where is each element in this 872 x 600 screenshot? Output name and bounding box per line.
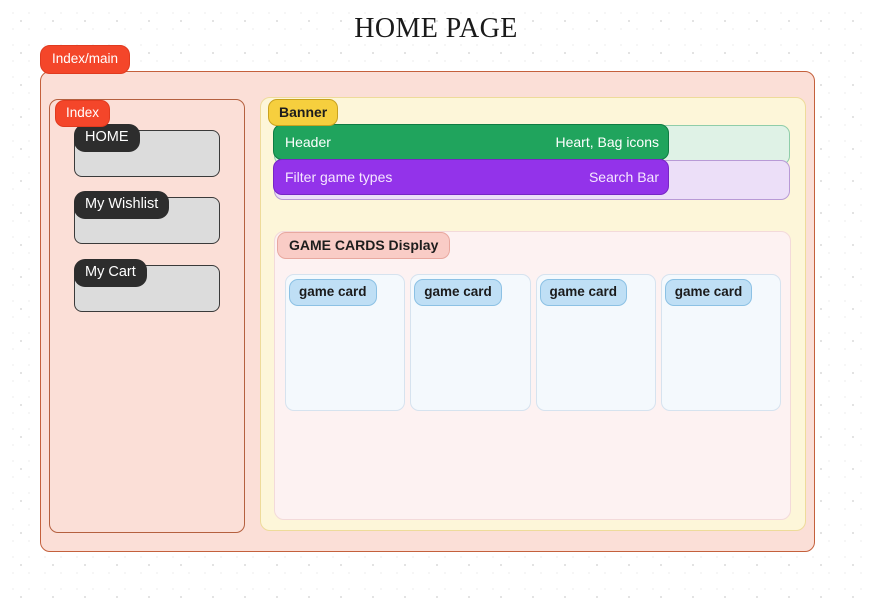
game-cards-row: game card game card game card game card xyxy=(285,274,781,411)
sidebar-item-label: My Cart xyxy=(74,259,147,287)
sidebar-item-label: HOME xyxy=(74,124,140,152)
game-card[interactable]: game card xyxy=(285,274,406,411)
header-icons-label: Heart, Bag icons xyxy=(555,134,660,150)
game-card-label: game card xyxy=(414,279,502,306)
filter-row: Filter game types Search Bar xyxy=(273,159,790,200)
page-title: HOME PAGE xyxy=(354,13,518,44)
filter-label: Filter game types xyxy=(285,169,393,185)
header-bar[interactable]: Header Heart, Bag icons xyxy=(273,124,669,160)
game-card-label: game card xyxy=(664,279,753,306)
filter-bar[interactable]: Filter game types Search Bar xyxy=(273,159,669,195)
index-panel-tag: Index xyxy=(55,100,111,127)
game-cards-tag: GAME CARDS Display xyxy=(277,232,451,259)
game-card[interactable]: game card xyxy=(660,274,781,411)
game-card-label: game card xyxy=(539,279,628,306)
search-bar-label: Search Bar xyxy=(588,169,659,185)
game-card[interactable]: game card xyxy=(410,274,531,411)
header-label: Header xyxy=(285,134,331,150)
sidebar-item-label: My Wishlist xyxy=(74,191,170,219)
sidebar-item-my-cart[interactable]: My Cart xyxy=(74,259,220,312)
sidebar-item-my-wishlist[interactable]: My Wishlist xyxy=(74,191,220,244)
game-card-label: game card xyxy=(289,279,377,306)
index-main-tag: Index/main xyxy=(40,45,131,74)
banner-tag: Banner xyxy=(268,99,339,126)
sidebar-item-home[interactable]: HOME xyxy=(74,124,220,177)
game-card[interactable]: game card xyxy=(535,274,656,411)
